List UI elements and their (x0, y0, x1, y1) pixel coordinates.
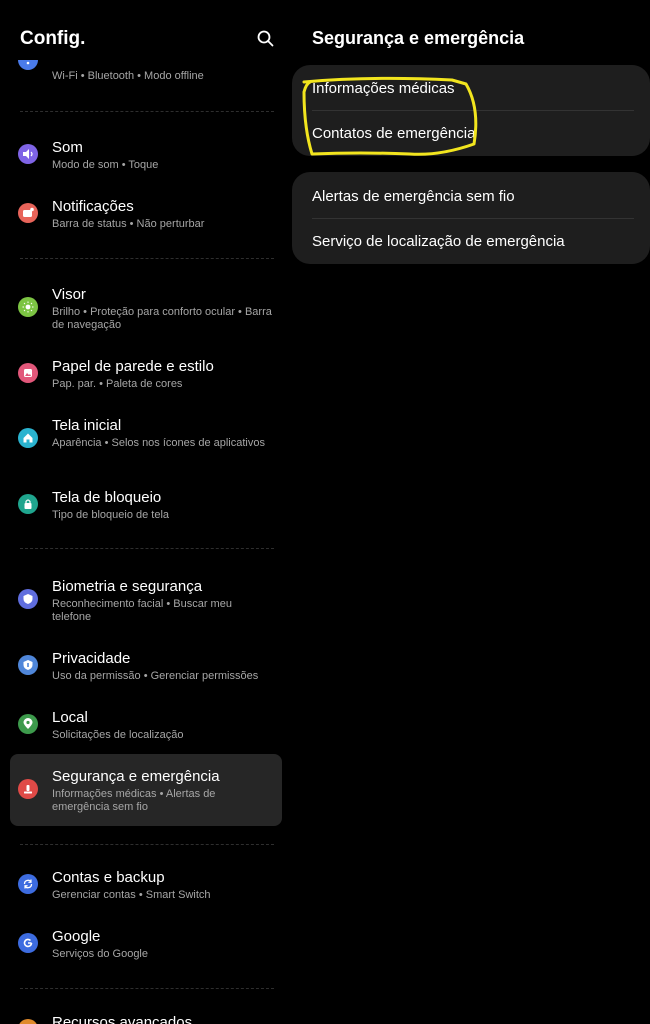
settings-item-subtitle: Pap. par. • Paleta de cores (52, 378, 183, 390)
settings-item-lock-screen[interactable]: Tela de bloqueio Tipo de bloqueio de tel… (10, 483, 282, 531)
settings-item-subtitle: Barra de status • Não perturbar (52, 218, 205, 230)
settings-item-title: Biometria e segurança (52, 578, 203, 595)
settings-header: Config. (0, 0, 292, 60)
settings-item-subtitle: Serviços do Google (52, 948, 148, 960)
settings-item-subtitle: Uso da permissão • Gerenciar permissões (52, 670, 259, 682)
notification-icon (18, 203, 38, 223)
settings-item-subtitle: Informações médicas • Alertas de emergên… (52, 788, 216, 813)
settings-item-wallpaper[interactable]: Papel de parede e estilo Pap. par. • Pal… (10, 352, 282, 400)
shield-icon (18, 589, 38, 609)
settings-item-home-screen[interactable]: Tela inicial Aparência • Selos nos ícone… (10, 411, 282, 467)
section-divider (20, 988, 274, 989)
settings-item-sound[interactable]: Som Modo de som • Toque (10, 133, 282, 181)
settings-item-subtitle: Solicitações de localização (52, 729, 184, 741)
emergency-icon (18, 779, 38, 799)
settings-item-title: Contas e backup (52, 869, 165, 886)
settings-item-title: Som (52, 139, 83, 156)
settings-item-subtitle: Gerenciar contas • Smart Switch (52, 889, 211, 901)
detail-card-alerts: Alertas de emergência sem fio Serviço de… (292, 172, 650, 264)
settings-item-notifications[interactable]: Notificações Barra de status • Não pertu… (10, 192, 282, 240)
sync-icon (18, 874, 38, 894)
settings-item-title: Google (52, 928, 101, 945)
settings-item-advanced-features[interactable]: Recursos avançados (10, 1008, 282, 1024)
settings-item-title: Tela de bloqueio (52, 489, 162, 506)
section-divider (20, 258, 274, 259)
settings-item-subtitle: Brilho • Proteção para conforto ocular •… (52, 306, 272, 331)
settings-item-title: Local (52, 709, 88, 726)
settings-item-biometrics[interactable]: Biometria e segurança Reconhecimento fac… (10, 572, 282, 628)
home-icon (18, 428, 38, 448)
settings-item-title: Notificações (52, 198, 134, 215)
volume-icon (18, 144, 38, 164)
wallpaper-icon (18, 363, 38, 383)
google-icon (18, 933, 38, 953)
settings-screen: Wi-Fi • Bluetooth • Modo offline Som Mod… (0, 0, 650, 1024)
settings-item-accounts-backup[interactable]: Contas e backup Gerenciar contas • Smart… (10, 863, 282, 911)
settings-item-title: Privacidade (52, 650, 131, 667)
emergency-location-service-item[interactable]: Serviço de localização de emergência (312, 233, 565, 250)
section-divider (20, 844, 274, 845)
section-divider (20, 111, 274, 112)
settings-item-title: Papel de parede e estilo (52, 358, 214, 375)
settings-item-safety-emergency[interactable]: Segurança e emergência Informações médic… (10, 754, 282, 826)
star-icon (18, 1019, 38, 1024)
wireless-emergency-alerts-item[interactable]: Alertas de emergência sem fio (312, 188, 515, 205)
settings-item-title: Visor (52, 286, 86, 303)
settings-item-connections[interactable]: Wi-Fi • Bluetooth • Modo offline (10, 50, 282, 102)
detail-title: Segurança e emergência (312, 28, 525, 48)
location-icon (18, 714, 38, 734)
section-divider (20, 548, 274, 549)
settings-item-title: Tela inicial (52, 417, 122, 434)
settings-item-subtitle: Aparência • Selos nos ícones de aplicati… (52, 437, 265, 449)
settings-item-subtitle: Tipo de bloqueio de tela (52, 509, 170, 521)
settings-item-title: Recursos avançados (52, 1014, 193, 1024)
lock-icon (18, 494, 38, 514)
settings-item-subtitle: Modo de som • Toque (52, 159, 159, 171)
settings-list-pane: Wi-Fi • Bluetooth • Modo offline Som Mod… (0, 0, 292, 1024)
search-icon[interactable] (256, 29, 276, 49)
highlight-annotation (302, 76, 478, 156)
settings-item-subtitle: Wi-Fi • Bluetooth • Modo offline (52, 70, 204, 82)
privacy-icon (18, 655, 38, 675)
settings-title: Config. (20, 28, 86, 49)
row-divider (312, 218, 634, 219)
settings-item-location[interactable]: Local Solicitações de localização (10, 703, 282, 751)
settings-item-subtitle: Reconhecimento facial • Buscar meu telef… (52, 598, 232, 623)
settings-item-privacy[interactable]: Privacidade Uso da permissão • Gerenciar… (10, 644, 282, 692)
settings-item-title: Segurança e emergência (52, 768, 220, 785)
brightness-icon (18, 297, 38, 317)
settings-item-display[interactable]: Visor Brilho • Proteção para conforto oc… (10, 280, 282, 336)
settings-item-google[interactable]: Google Serviços do Google (10, 922, 282, 970)
